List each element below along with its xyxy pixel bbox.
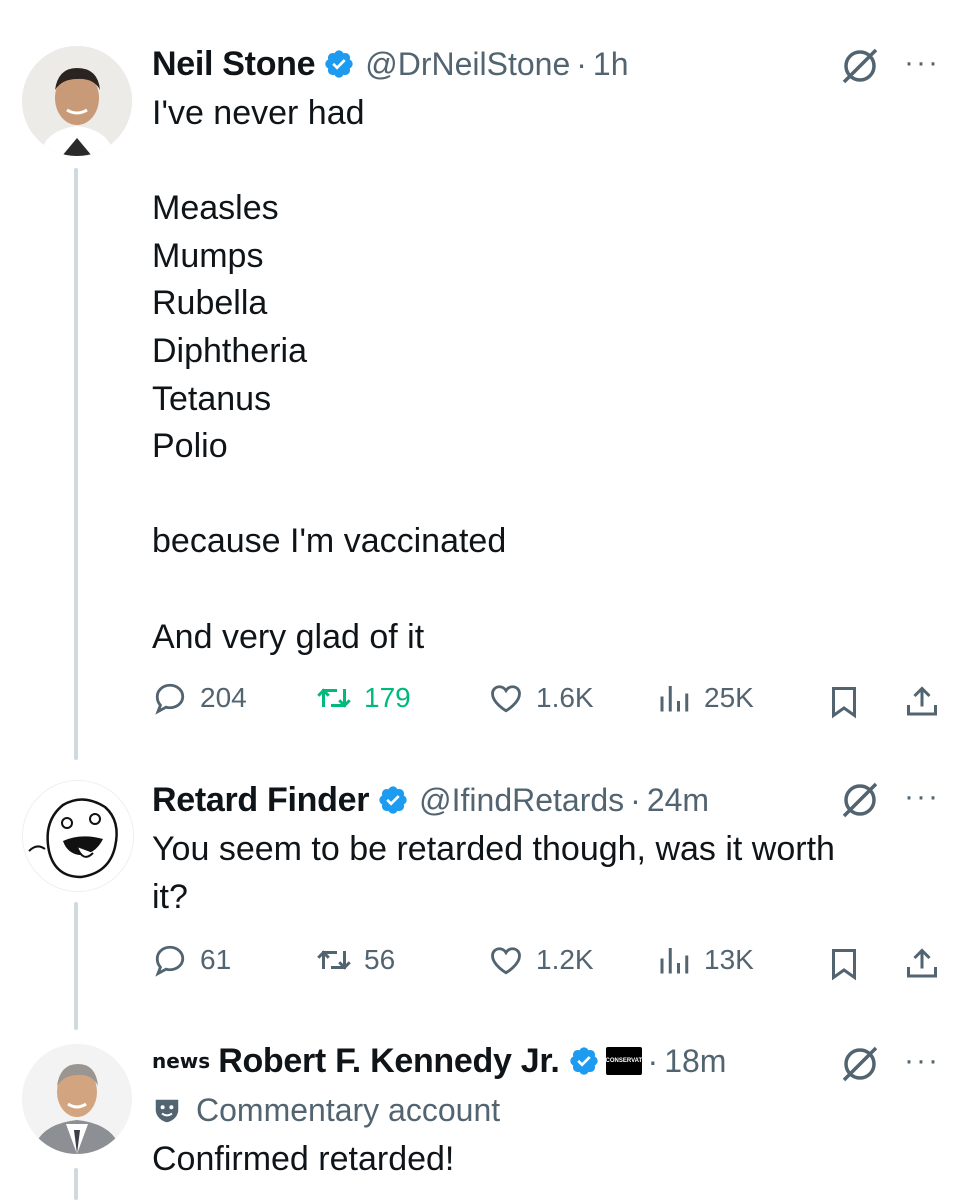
tweet-text: Confirmed retarded! <box>152 1140 455 1178</box>
separator: · <box>576 45 587 82</box>
views-button[interactable]: 25K <box>656 680 754 716</box>
timestamp[interactable]: 1h <box>593 46 629 83</box>
avatar-retard-finder[interactable] <box>22 780 134 892</box>
avatar-robert-f-kennedy-jr[interactable] <box>22 1044 132 1154</box>
verified-badge-icon <box>325 50 353 78</box>
separator: · <box>647 1042 659 1079</box>
share-icon[interactable] <box>904 946 940 982</box>
news-label: news <box>152 1049 211 1073</box>
timestamp[interactable]: 18m <box>664 1043 726 1080</box>
timestamp[interactable]: 24m <box>647 782 709 819</box>
repost-icon <box>317 950 351 970</box>
tweet-header: Neil Stone @DrNeilStone · 1h <box>152 44 629 84</box>
repost-count: 179 <box>364 682 411 713</box>
more-icon[interactable]: ··· <box>904 782 940 812</box>
repost-button[interactable]: 179 <box>316 680 411 716</box>
thread-line <box>74 168 78 760</box>
reply-icon <box>155 945 185 977</box>
thread-line <box>74 902 78 1030</box>
repost-icon <box>317 688 351 708</box>
like-count: 1.6K <box>536 682 594 713</box>
author-handle[interactable]: @IfindRetards <box>419 782 624 819</box>
avatar-neil-stone[interactable] <box>22 46 132 156</box>
views-icon <box>660 948 689 974</box>
more-icon[interactable]: ··· <box>904 48 940 78</box>
tweet-header: Retard Finder @IfindRetards · 24m <box>152 780 709 820</box>
thread-line <box>74 1168 78 1200</box>
affiliate-badge[interactable]: CONSERVATIVE <box>605 1047 652 1075</box>
reply-icon <box>155 683 185 715</box>
reply-button[interactable]: 204 <box>152 680 247 716</box>
separator: · <box>630 781 641 818</box>
views-count: 13K <box>704 944 754 975</box>
tweet-text: You seem to be retarded though, was it w… <box>152 830 835 916</box>
tweet-text: I've never had Measles Mumps Rubella Dip… <box>152 94 507 656</box>
repost-button[interactable]: 56 <box>316 942 395 978</box>
views-button[interactable]: 13K <box>656 942 754 978</box>
author-name[interactable]: Neil Stone <box>152 45 316 84</box>
repost-count: 56 <box>364 944 396 975</box>
like-icon <box>491 685 521 713</box>
views-icon <box>660 686 689 712</box>
bookmark-icon[interactable] <box>826 684 862 720</box>
bookmark-icon[interactable] <box>826 946 862 982</box>
reply-count: 61 <box>200 944 232 975</box>
share-icon[interactable] <box>904 684 940 720</box>
tweet-header: news Robert F. Kennedy Jr. CONSERVATIVE … <box>152 1040 726 1082</box>
like-count: 1.2K <box>536 944 594 975</box>
theater-mask-icon <box>155 1099 179 1122</box>
commentary-account-label: Commentary account <box>152 1092 500 1129</box>
like-icon <box>491 947 521 975</box>
verified-badge-icon <box>569 1047 598 1075</box>
reply-count: 204 <box>200 682 247 713</box>
author-name[interactable]: Robert F. Kennedy Jr. <box>218 1042 560 1081</box>
grok-icon[interactable] <box>838 44 882 88</box>
verified-badge-icon <box>379 786 407 814</box>
like-button[interactable]: 1.2K <box>488 942 594 978</box>
commentary-text: Commentary account <box>196 1092 501 1128</box>
more-icon[interactable]: ··· <box>904 1046 940 1076</box>
like-button[interactable]: 1.6K <box>488 680 594 716</box>
views-count: 25K <box>704 682 754 713</box>
author-handle[interactable]: @DrNeilStone <box>365 46 570 83</box>
author-name[interactable]: Retard Finder <box>152 781 369 820</box>
reply-button[interactable]: 61 <box>152 942 231 978</box>
grok-icon[interactable] <box>838 778 882 822</box>
grok-icon[interactable] <box>838 1042 882 1086</box>
